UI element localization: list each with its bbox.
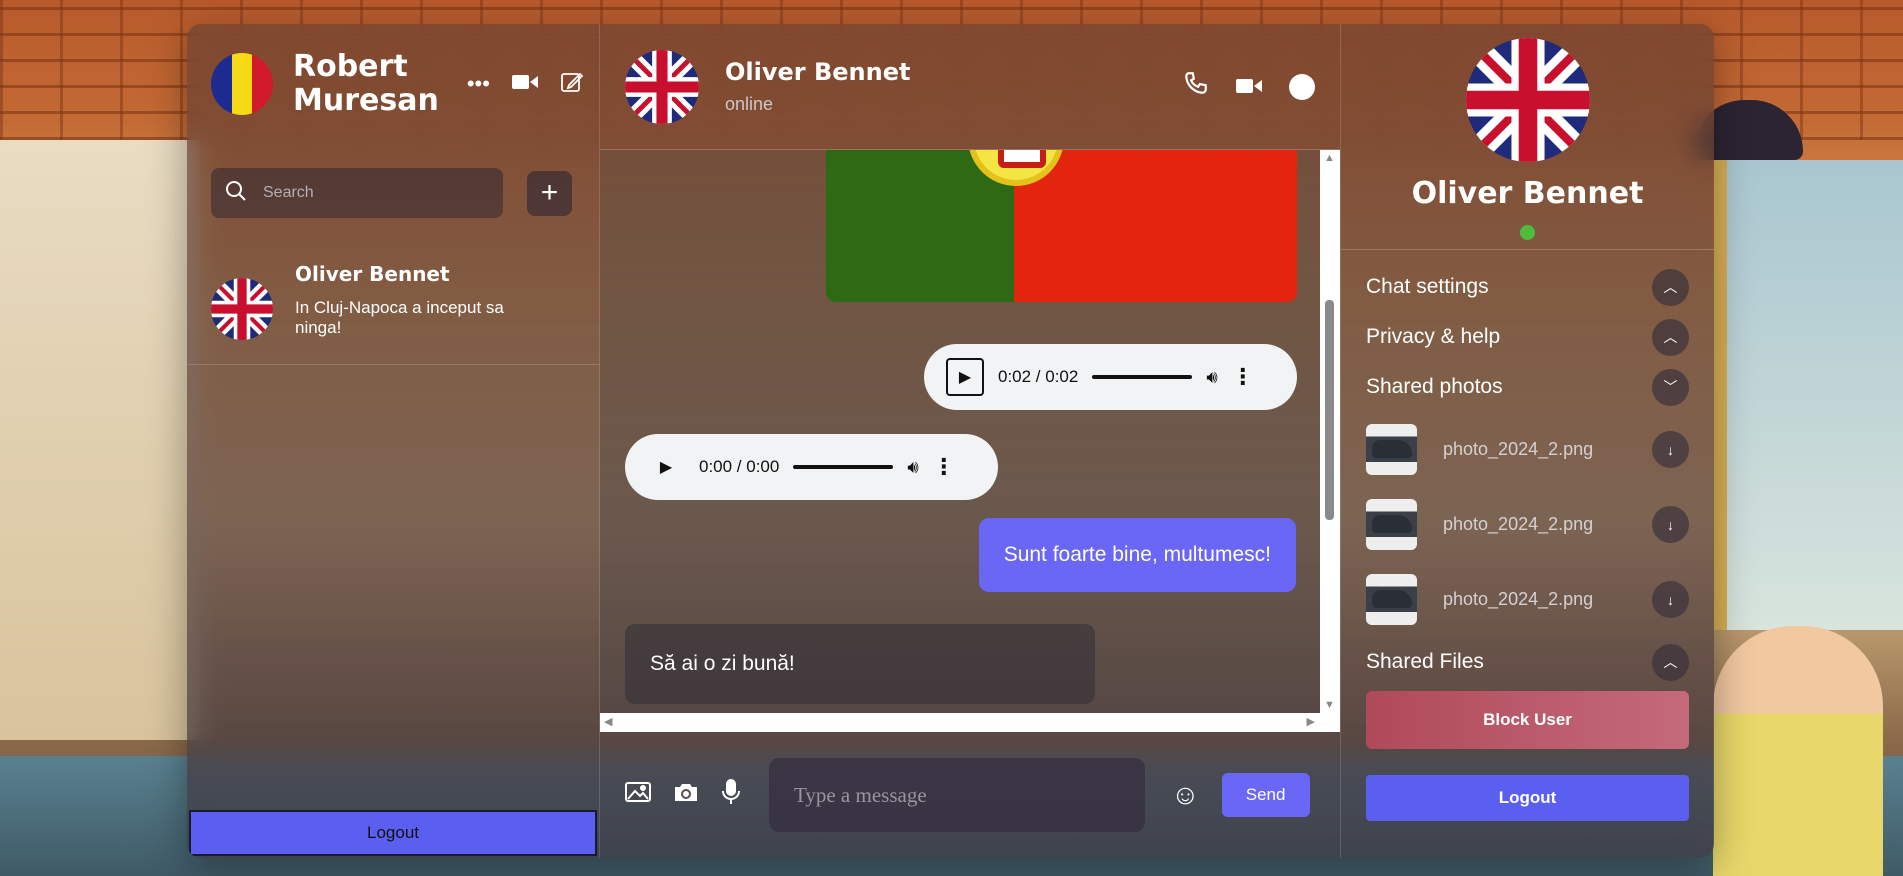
section-label: Shared Files bbox=[1366, 650, 1484, 673]
shared-photo-item[interactable]: photo_2024_2.png ↓ bbox=[1341, 487, 1714, 562]
search-icon bbox=[225, 180, 247, 207]
shared-photo-item[interactable]: photo_2024_2.png ↓ bbox=[1341, 562, 1714, 637]
contact-details-panel: Oliver Bennet Chat settings ︿ Privacy & … bbox=[1341, 24, 1714, 858]
logout-button[interactable]: Logout bbox=[1366, 775, 1689, 821]
outgoing-message: Sunt foarte bine, multumesc! bbox=[978, 518, 1296, 592]
current-user-header: Robert Muresan ••• bbox=[187, 24, 599, 144]
photo-filename: photo_2024_2.png bbox=[1443, 514, 1594, 534]
play-icon[interactable]: ▶ bbox=[946, 358, 984, 396]
section-label: Chat settings bbox=[1366, 275, 1489, 298]
chat-settings-section[interactable]: Chat settings ︿ bbox=[1341, 262, 1714, 312]
contact-profile-name: Oliver Bennet bbox=[1411, 176, 1644, 211]
image-icon[interactable] bbox=[625, 781, 651, 810]
audio-time: 0:02 / 0:02 bbox=[998, 367, 1079, 386]
contact-profile-avatar bbox=[1465, 38, 1590, 162]
microphone-icon[interactable] bbox=[721, 778, 741, 812]
phone-icon[interactable] bbox=[1183, 70, 1209, 103]
sidebar-logout-button[interactable]: Logout bbox=[189, 810, 597, 856]
camera-icon[interactable] bbox=[673, 781, 699, 810]
search-box[interactable] bbox=[211, 168, 503, 218]
audio-options-icon[interactable]: ⋮ bbox=[933, 456, 955, 478]
block-user-button[interactable]: Block User bbox=[1366, 691, 1689, 749]
shared-photo-item[interactable]: photo_2024_2.png ↓ bbox=[1341, 412, 1714, 487]
audio-time: 0:00 / 0:00 bbox=[699, 457, 780, 476]
chat-item-preview: In Cluj-Napoca a inceput sa ninga! bbox=[295, 298, 504, 337]
contact-name: Oliver Bennet bbox=[725, 58, 911, 86]
photo-filename: photo_2024_2.png bbox=[1443, 439, 1594, 459]
contact-avatar bbox=[211, 278, 273, 340]
chevron-up-icon[interactable]: ︿ bbox=[1652, 643, 1689, 681]
image-message[interactable] bbox=[826, 150, 1297, 302]
audio-progress[interactable] bbox=[793, 465, 894, 469]
video-call-icon[interactable] bbox=[1235, 71, 1263, 102]
contact-avatar bbox=[625, 49, 699, 124]
play-icon[interactable]: ▶ bbox=[647, 448, 685, 486]
photo-thumbnail[interactable] bbox=[1366, 574, 1417, 625]
user-avatar bbox=[211, 53, 273, 115]
info-icon[interactable]: i bbox=[1289, 73, 1315, 100]
contact-profile: Oliver Bennet bbox=[1341, 24, 1714, 250]
current-user-name: Robert Muresan bbox=[293, 49, 439, 118]
download-icon[interactable]: ↓ bbox=[1652, 581, 1689, 618]
search-input[interactable] bbox=[263, 184, 463, 202]
video-icon[interactable] bbox=[511, 73, 538, 95]
section-label: Shared photos bbox=[1366, 375, 1503, 398]
online-indicator bbox=[1520, 225, 1535, 240]
privacy-help-section[interactable]: Privacy & help ︿ bbox=[1341, 312, 1714, 362]
compose-icon[interactable] bbox=[560, 70, 584, 98]
horizontal-scrollbar[interactable]: ◀ ▶ bbox=[600, 713, 1340, 732]
audio-message-in[interactable]: ▶ 0:00 / 0:00 🔊︎ ⋮ bbox=[625, 434, 998, 500]
shared-files-section[interactable]: Shared Files ︿ bbox=[1341, 637, 1714, 687]
conversation-panel: Oliver Bennet online i ▶ 0:02 / 0:02 🔊︎ … bbox=[600, 24, 1341, 858]
audio-progress[interactable] bbox=[1092, 375, 1193, 379]
vertical-scrollbar[interactable]: ▲ ▼ bbox=[1320, 150, 1340, 713]
chat-app-window: Robert Muresan ••• + bbox=[187, 24, 1714, 858]
message-list[interactable]: ▶ 0:02 / 0:02 🔊︎ ⋮ ▶ 0:00 / 0:00 🔊︎ ⋮ Su… bbox=[600, 150, 1340, 732]
audio-options-icon[interactable]: ⋮ bbox=[1232, 366, 1254, 388]
chevron-up-icon[interactable]: ︿ bbox=[1652, 268, 1689, 306]
photo-filename: photo_2024_2.png bbox=[1443, 589, 1594, 609]
conversations-sidebar: Robert Muresan ••• + bbox=[187, 24, 600, 858]
chevron-down-icon[interactable]: ﹀ bbox=[1652, 368, 1689, 406]
photo-thumbnail[interactable] bbox=[1366, 499, 1417, 550]
photo-thumbnail[interactable] bbox=[1366, 424, 1417, 475]
send-button[interactable]: Send bbox=[1221, 773, 1310, 817]
message-composer: ☺ Send bbox=[600, 732, 1340, 858]
incoming-message: Să ai o zi bună! bbox=[625, 624, 1095, 704]
audio-message-out[interactable]: ▶ 0:02 / 0:02 🔊︎ ⋮ bbox=[924, 344, 1297, 410]
add-chat-button[interactable]: + bbox=[527, 170, 572, 216]
download-icon[interactable]: ↓ bbox=[1652, 506, 1689, 543]
more-icon[interactable]: ••• bbox=[467, 73, 490, 95]
contact-status: online bbox=[725, 94, 774, 114]
chat-list-item[interactable]: Oliver Bennet In Cluj-Napoca a inceput s… bbox=[187, 238, 599, 365]
volume-icon[interactable]: 🔊︎ bbox=[907, 457, 918, 478]
download-icon[interactable]: ↓ bbox=[1652, 431, 1689, 468]
volume-icon[interactable]: 🔊︎ bbox=[1206, 367, 1217, 388]
chevron-up-icon[interactable]: ︿ bbox=[1652, 318, 1689, 356]
chat-item-name: Oliver Bennet bbox=[295, 262, 450, 286]
conversation-header: Oliver Bennet online i bbox=[600, 24, 1340, 150]
shared-photos-section[interactable]: Shared photos ﹀ bbox=[1341, 362, 1714, 412]
message-input[interactable] bbox=[769, 758, 1145, 832]
section-label: Privacy & help bbox=[1366, 325, 1501, 348]
emoji-icon[interactable]: ☺ bbox=[1171, 779, 1200, 811]
